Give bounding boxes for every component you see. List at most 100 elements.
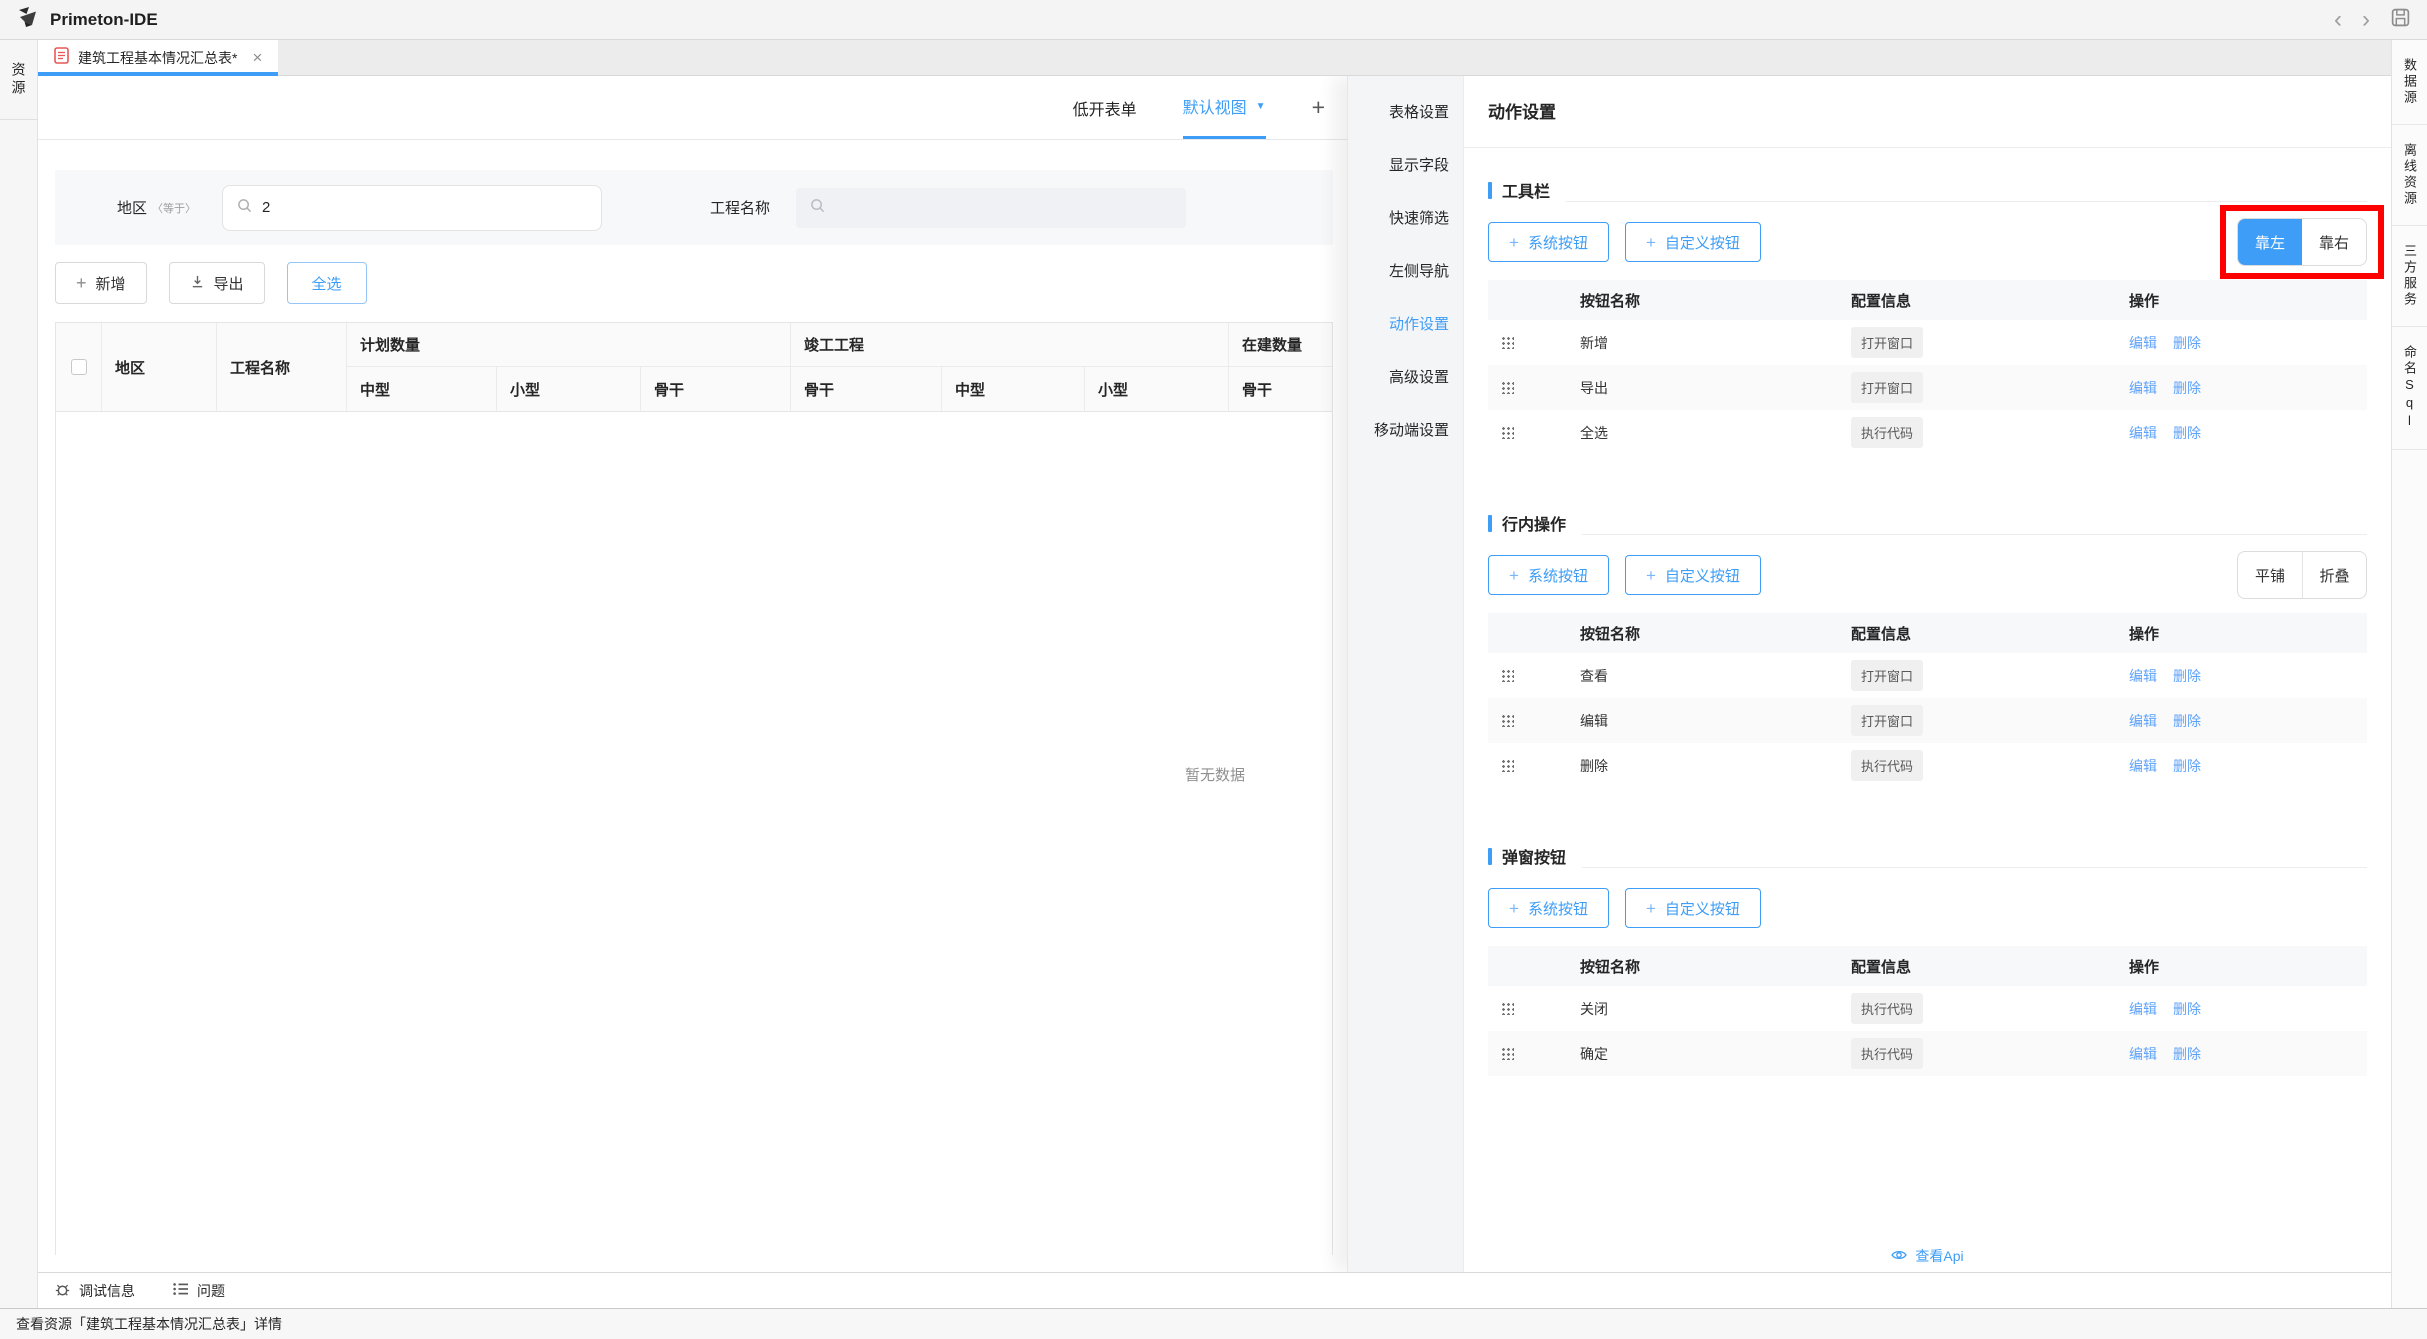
delete-link[interactable]: 删除 — [2173, 423, 2201, 443]
system-button-add[interactable]: + 系统按钮 — [1488, 222, 1609, 262]
status-bar: 查看资源「建筑工程基本情况汇总表」详情 — [0, 1308, 2427, 1339]
collapse-toggle[interactable]: 折叠 — [2302, 552, 2366, 598]
status-text: 查看资源「建筑工程基本情况汇总表」详情 — [16, 1314, 282, 1334]
panel-title: 动作设置 — [1488, 98, 2367, 123]
debug-info-button[interactable]: 调试信息 — [54, 1281, 135, 1301]
section-accent-bar — [1488, 848, 1492, 865]
edit-link[interactable]: 编辑 — [2129, 711, 2157, 731]
edit-link[interactable]: 编辑 — [2129, 423, 2157, 443]
section-accent-bar — [1488, 182, 1492, 199]
drag-handle-icon[interactable] — [1501, 1002, 1514, 1015]
debug-bar: 调试信息 问题 — [38, 1272, 2391, 1308]
settings-nav-mobile[interactable]: 移动端设置 — [1348, 404, 1463, 457]
tile-toggle[interactable]: 平铺 — [2238, 552, 2302, 598]
settings-nav-left-nav[interactable]: 左侧导航 — [1348, 245, 1463, 298]
view-api-link[interactable]: 查看Api — [1488, 1246, 2367, 1266]
region-filter-operator[interactable]: 〈等于〉 — [152, 200, 196, 216]
config-tag: 打开窗口 — [1851, 705, 1923, 736]
custom-button-add[interactable]: + 自定义按钮 — [1625, 888, 1761, 928]
settings-nav-advanced[interactable]: 高级设置 — [1348, 351, 1463, 404]
sidebar-item-third-party-services[interactable]: 三方服务 — [2392, 226, 2427, 327]
table-header-name: 按钮名称 — [1550, 623, 1820, 644]
drag-handle-icon[interactable] — [1501, 714, 1514, 727]
settings-nav-actions[interactable]: 动作设置 — [1348, 298, 1463, 351]
tab-default-view[interactable]: 默认视图 ▼ — [1183, 76, 1266, 139]
delete-link[interactable]: 删除 — [2173, 999, 2201, 1019]
select-all-checkbox[interactable] — [71, 359, 87, 375]
table-header-ops: 操作 — [2092, 290, 2367, 311]
download-icon — [190, 274, 205, 293]
edit-link[interactable]: 编辑 — [2129, 378, 2157, 398]
config-tag: 执行代码 — [1851, 417, 1923, 448]
tab-close-icon[interactable]: × — [252, 48, 262, 68]
select-all-button[interactable]: 全选 — [287, 262, 367, 304]
table-row: 新增 打开窗口 编辑删除 — [1488, 320, 2367, 365]
table-row: 关闭 执行代码 编辑删除 — [1488, 986, 2367, 1031]
export-button[interactable]: 导出 — [169, 262, 265, 304]
table-header-config: 配置信息 — [1820, 956, 2092, 977]
region-filter-value: 2 — [262, 199, 270, 216]
edit-link[interactable]: 编辑 — [2129, 333, 2157, 353]
drag-handle-icon[interactable] — [1501, 669, 1514, 682]
settings-nav-fields[interactable]: 显示字段 — [1348, 139, 1463, 192]
section-title: 弹窗按钮 — [1502, 844, 1566, 868]
plus-icon: + — [1509, 567, 1519, 584]
drag-handle-icon[interactable] — [1501, 426, 1514, 439]
edit-link[interactable]: 编辑 — [2129, 756, 2157, 776]
delete-link[interactable]: 删除 — [2173, 711, 2201, 731]
forward-arrow-icon[interactable]: › — [2362, 10, 2370, 30]
custom-button-add[interactable]: + 自定义按钮 — [1625, 222, 1761, 262]
tab-low-code-form[interactable]: 低开表单 — [1073, 76, 1137, 139]
settings-nav-quick-filter[interactable]: 快速筛选 — [1348, 192, 1463, 245]
region-filter-input[interactable]: 2 — [222, 185, 602, 231]
drag-handle-icon[interactable] — [1501, 1047, 1514, 1060]
sidebar-item-datasource[interactable]: 数据源 — [2392, 40, 2427, 125]
table-header-config: 配置信息 — [1820, 290, 2092, 311]
settings-nav-table[interactable]: 表格设置 — [1348, 86, 1463, 139]
table-header-name: 按钮名称 — [1550, 290, 1820, 311]
add-button[interactable]: + 新增 — [55, 262, 147, 304]
grid-body: 暂无数据 — [56, 412, 1332, 1255]
table-header-config: 配置信息 — [1820, 623, 2092, 644]
back-arrow-icon[interactable]: ‹ — [2334, 10, 2342, 30]
project-name-filter-input[interactable] — [796, 188, 1186, 228]
section-accent-bar — [1488, 515, 1492, 532]
sidebar-item-offline-resources[interactable]: 离线资源 — [2392, 125, 2427, 226]
form-document-icon — [54, 47, 69, 69]
divider — [1566, 199, 2367, 202]
grid-toolbar: + 新增 导出 全选 — [55, 262, 367, 304]
left-rail: 资源 — [0, 40, 38, 1308]
system-button-add[interactable]: + 系统按钮 — [1488, 888, 1609, 928]
column-header: 骨干 — [791, 367, 942, 411]
column-header: 骨干 — [641, 367, 791, 411]
grid-header: 地区 工程名称 计划数量 竣工工程 在建数量 中型 小型 骨干 骨干 中型 小型… — [56, 323, 1332, 412]
section-title: 行内操作 — [1502, 511, 1566, 535]
search-icon — [237, 198, 252, 217]
divider — [1464, 147, 2391, 148]
edit-link[interactable]: 编辑 — [2129, 666, 2157, 686]
system-button-add[interactable]: + 系统按钮 — [1488, 555, 1609, 595]
config-tag: 执行代码 — [1851, 1038, 1923, 1069]
delete-link[interactable]: 删除 — [2173, 1044, 2201, 1064]
save-icon[interactable] — [2390, 7, 2411, 33]
add-view-button[interactable]: + — [1312, 76, 1325, 139]
column-header: 小型 — [1085, 367, 1229, 411]
workspace: 低开表单 默认视图 ▼ + 地区 〈等于〉 2 工程名称 + 新增 — [38, 76, 2391, 1272]
edit-link[interactable]: 编辑 — [2129, 999, 2157, 1019]
drag-handle-icon[interactable] — [1501, 381, 1514, 394]
drag-handle-icon[interactable] — [1501, 336, 1514, 349]
delete-link[interactable]: 删除 — [2173, 333, 2201, 353]
edit-link[interactable]: 编辑 — [2129, 1044, 2157, 1064]
table-row: 确定 执行代码 编辑删除 — [1488, 1031, 2367, 1076]
drag-handle-icon[interactable] — [1501, 759, 1514, 772]
document-tab[interactable]: 建筑工程基本情况汇总表* × — [38, 40, 278, 75]
project-name-filter-label: 工程名称 — [710, 197, 770, 218]
problems-button[interactable]: 问题 — [173, 1281, 225, 1301]
delete-link[interactable]: 删除 — [2173, 378, 2201, 398]
delete-link[interactable]: 删除 — [2173, 756, 2201, 776]
sidebar-item-named-sql[interactable]: 命名Sql — [2392, 327, 2427, 450]
custom-button-add[interactable]: + 自定义按钮 — [1625, 555, 1761, 595]
sidebar-item-resources[interactable]: 资源 — [0, 40, 37, 120]
tab-title: 建筑工程基本情况汇总表* — [78, 48, 237, 68]
delete-link[interactable]: 删除 — [2173, 666, 2201, 686]
